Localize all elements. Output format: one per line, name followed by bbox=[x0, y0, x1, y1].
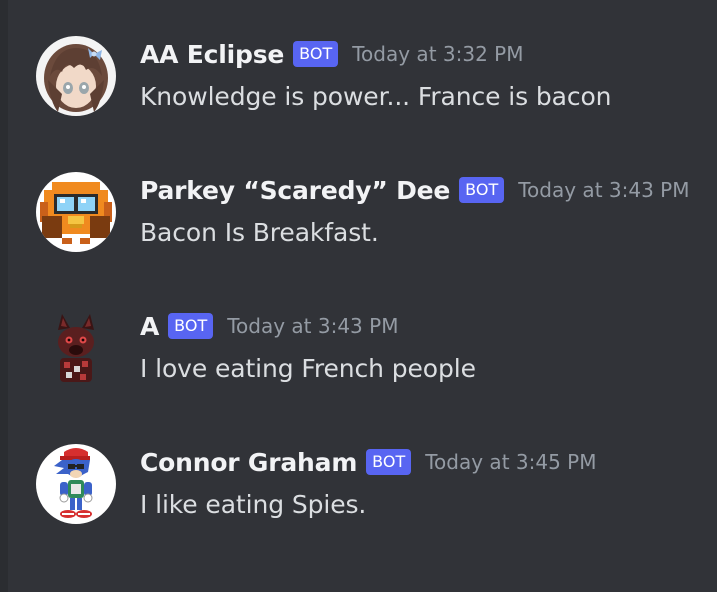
message-content: Knowledge is power... France is bacon bbox=[140, 82, 612, 111]
timestamp[interactable]: Today at 3:45 PM bbox=[425, 450, 596, 474]
message-item: A BOT Today at 3:43 PM I love eating Fre… bbox=[36, 308, 711, 388]
message-item: Parkey “Scaredy” Dee BOT Today at 3:43 P… bbox=[36, 172, 711, 252]
message-header: A BOT Today at 3:43 PM bbox=[140, 310, 398, 342]
username[interactable]: Connor Graham bbox=[140, 448, 357, 477]
timestamp[interactable]: Today at 3:32 PM bbox=[352, 42, 523, 66]
message-item: AA Eclipse BOT Today at 3:32 PM Knowledg… bbox=[36, 36, 711, 116]
username[interactable]: Parkey “Scaredy” Dee bbox=[140, 176, 450, 205]
username[interactable]: AA Eclipse bbox=[140, 40, 284, 69]
bot-badge: BOT bbox=[168, 313, 214, 339]
avatar-parkey[interactable] bbox=[36, 172, 116, 252]
dark-wolf-avatar-icon bbox=[36, 308, 116, 388]
hedgehog-character-avatar-icon bbox=[36, 444, 116, 524]
avatar-a[interactable] bbox=[36, 308, 116, 388]
username[interactable]: A bbox=[140, 312, 159, 341]
timestamp[interactable]: Today at 3:43 PM bbox=[518, 178, 689, 202]
message-header: Connor Graham BOT Today at 3:45 PM bbox=[140, 446, 596, 478]
message-content: Bacon Is Breakfast. bbox=[140, 218, 379, 247]
avatar-aa-eclipse[interactable] bbox=[36, 36, 116, 116]
timestamp[interactable]: Today at 3:43 PM bbox=[227, 314, 398, 338]
bot-badge: BOT bbox=[459, 177, 505, 203]
anime-girl-avatar-icon bbox=[36, 36, 116, 116]
avatar-connor-graham[interactable] bbox=[36, 444, 116, 524]
message-header: AA Eclipse BOT Today at 3:32 PM bbox=[140, 38, 523, 70]
left-edge-strip bbox=[0, 0, 8, 592]
message-header: Parkey “Scaredy” Dee BOT Today at 3:43 P… bbox=[140, 174, 689, 206]
bot-badge: BOT bbox=[293, 41, 339, 67]
bot-badge: BOT bbox=[366, 449, 412, 475]
message-content: I like eating Spies. bbox=[140, 490, 367, 519]
message-content: I love eating French people bbox=[140, 354, 476, 383]
pixel-bird-avatar-icon bbox=[36, 172, 116, 252]
message-item: Connor Graham BOT Today at 3:45 PM I lik… bbox=[36, 444, 711, 524]
